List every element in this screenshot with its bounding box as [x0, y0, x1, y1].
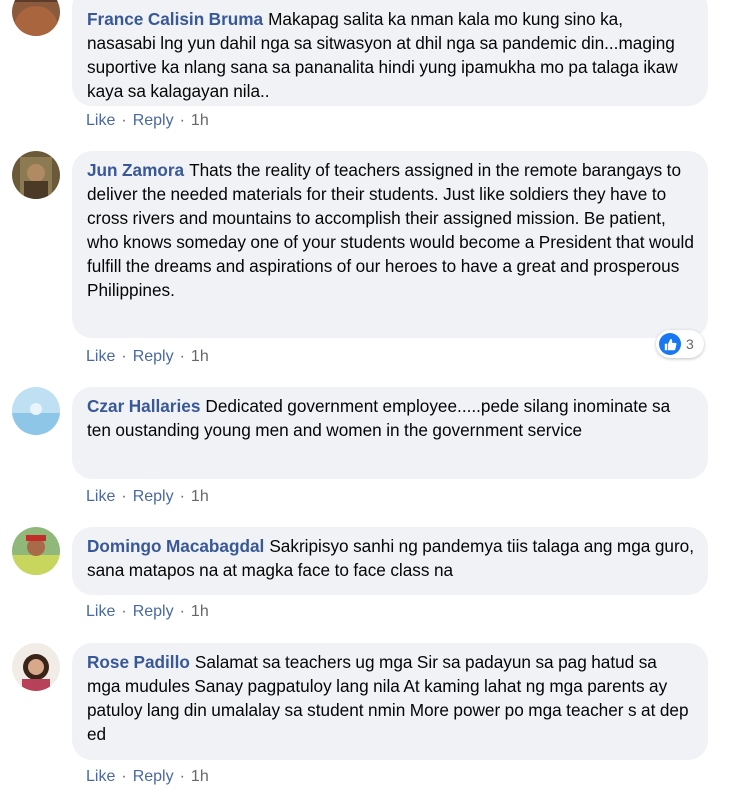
- avatar[interactable]: [12, 643, 60, 691]
- comment-author[interactable]: Rose Padillo: [87, 652, 190, 672]
- comment-actions: Like · Reply · 1h: [86, 488, 209, 505]
- like-button[interactable]: Like: [86, 603, 115, 620]
- comment-bubble: Czar Hallaries Dedicated government emplo…: [72, 387, 708, 479]
- reaction-summary[interactable]: 3: [656, 330, 704, 358]
- comment-bubble: France Calisin Bruma Makapag salita ka nm…: [72, 0, 708, 106]
- like-button[interactable]: Like: [86, 112, 115, 129]
- comment-actions: Like · Reply · 1h: [86, 112, 209, 129]
- avatar[interactable]: [12, 0, 60, 36]
- like-button[interactable]: Like: [86, 768, 115, 785]
- reply-button[interactable]: Reply: [133, 488, 174, 505]
- comment-actions: Like · Reply · 1h: [86, 603, 209, 620]
- avatar[interactable]: [12, 387, 60, 435]
- avatar[interactable]: [12, 527, 60, 575]
- timestamp[interactable]: 1h: [191, 112, 209, 129]
- timestamp[interactable]: 1h: [191, 603, 209, 620]
- comment-author[interactable]: France Calisin Bruma: [87, 9, 263, 29]
- like-button[interactable]: Like: [86, 348, 115, 365]
- reply-button[interactable]: Reply: [133, 768, 174, 785]
- timestamp[interactable]: 1h: [191, 768, 209, 785]
- avatar[interactable]: [12, 151, 60, 199]
- timestamp[interactable]: 1h: [191, 488, 209, 505]
- comment-author[interactable]: Domingo Macabagdal: [87, 536, 264, 556]
- comment-actions: Like · Reply · 1h: [86, 348, 209, 365]
- reply-button[interactable]: Reply: [133, 603, 174, 620]
- comment-bubble: Rose Padillo Salamat sa teachers ug mga S…: [72, 643, 708, 760]
- thumbs-up-icon: [659, 333, 681, 355]
- comment-author[interactable]: Czar Hallaries: [87, 396, 200, 416]
- reply-button[interactable]: Reply: [133, 112, 174, 129]
- reply-button[interactable]: Reply: [133, 348, 174, 365]
- comment-bubble: Jun Zamora Thats the reality of teachers …: [72, 151, 708, 338]
- comment-bubble: Domingo Macabagdal Sakripisyo sanhi ng pa…: [72, 527, 708, 595]
- comment-text: Thats the reality of teachers assigned i…: [87, 160, 694, 300]
- timestamp[interactable]: 1h: [191, 348, 209, 365]
- like-button[interactable]: Like: [86, 488, 115, 505]
- comment-author[interactable]: Jun Zamora: [87, 160, 184, 180]
- reaction-count: 3: [686, 336, 694, 352]
- comment-actions: Like · Reply · 1h: [86, 768, 209, 785]
